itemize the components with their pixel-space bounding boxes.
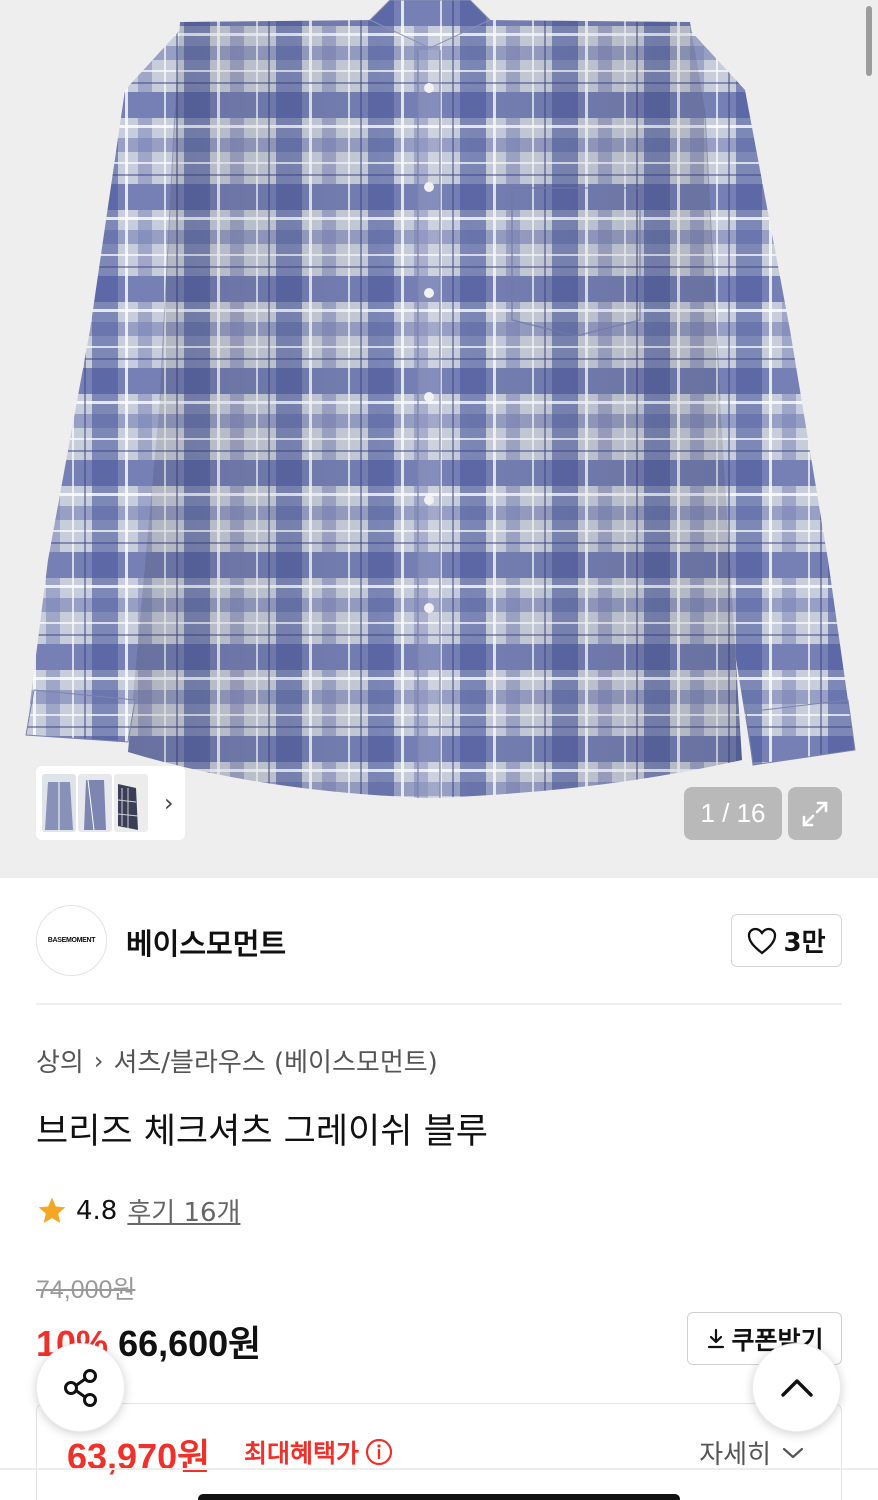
detail-toggle[interactable]: 자세히	[699, 1434, 805, 1471]
thumbnail-1[interactable]	[42, 774, 76, 832]
like-button[interactable]: 3만	[731, 914, 842, 967]
scroll-top-button[interactable]	[752, 1343, 841, 1432]
chevron-right-icon[interactable]: ›	[164, 789, 174, 817]
max-benefit-label-wrap: 최대혜택가	[244, 1434, 393, 1470]
share-icon	[63, 1368, 97, 1407]
thumbnail-2[interactable]	[78, 774, 112, 832]
breadcrumb-subcategory[interactable]: 셔츠/블라우스 (베이스모먼트)	[113, 1042, 437, 1079]
star-icon	[38, 1197, 66, 1223]
home-indicator[interactable]	[198, 1494, 680, 1500]
rating-score: 4.8	[76, 1195, 118, 1226]
detail-label: 자세히	[699, 1440, 771, 1470]
sale-price: 66,600원	[118, 1323, 262, 1364]
page-scrollbar[interactable]	[866, 6, 872, 76]
chevron-right-icon: ›	[93, 1046, 104, 1075]
image-counter: 1 / 16	[684, 787, 782, 840]
breadcrumb-category[interactable]: 상의	[36, 1042, 84, 1079]
download-icon	[708, 1328, 725, 1348]
plaid-shirt-image	[25, 0, 856, 798]
bottom-divider	[0, 1468, 878, 1470]
max-benefit-box: 63,970원 최대혜택가 자세히	[36, 1403, 842, 1500]
chevron-up-icon	[780, 1378, 813, 1397]
thumbnail-strip[interactable]: ›	[36, 766, 185, 840]
product-title: 브리즈 체크셔츠 그레이쉬 블루	[36, 1112, 488, 1152]
share-button[interactable]	[36, 1343, 125, 1432]
brand-name[interactable]: 베이스모먼트	[126, 921, 286, 963]
max-benefit-price: 63,970원	[67, 1436, 211, 1477]
max-benefit-label: 최대혜택가	[244, 1439, 360, 1468]
chevron-down-icon	[782, 1447, 804, 1458]
product-image-gallery[interactable]: › 1 / 16	[0, 0, 878, 878]
section-divider	[36, 1003, 842, 1005]
thumbnail-3[interactable]	[114, 774, 148, 832]
rating-summary: 4.8 후기 16개	[36, 1192, 240, 1229]
info-icon[interactable]	[365, 1438, 393, 1466]
original-price: 74,000원	[36, 1276, 136, 1304]
brand-logo[interactable]: BASEMOMENT	[36, 905, 107, 976]
expand-icon[interactable]	[788, 787, 842, 840]
heart-icon	[748, 927, 777, 954]
breadcrumb: 상의 › 셔츠/블라우스 (베이스모먼트)	[36, 1042, 438, 1079]
like-count: 3만	[783, 928, 826, 958]
reviews-link[interactable]: 후기 16개	[127, 1192, 240, 1229]
